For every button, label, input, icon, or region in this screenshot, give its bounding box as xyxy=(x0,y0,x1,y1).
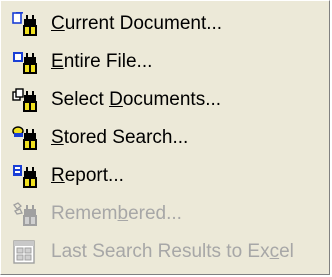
menu-item-remembered: Remembered... xyxy=(1,195,329,233)
excel-icon xyxy=(13,240,35,264)
menu-item-label-select-documents: Select Documents... xyxy=(51,89,222,110)
report-icon xyxy=(13,165,37,188)
select-documents-icon xyxy=(12,88,37,112)
menu-item-label-current-document: Current Document... xyxy=(51,13,223,34)
menu-item-label-entire-file: Entire File... xyxy=(51,51,153,72)
menu-item-entire-file[interactable]: Entire File... xyxy=(1,43,329,81)
document-page-icon xyxy=(12,12,37,36)
menu-item-stored-search[interactable]: Stored Search... xyxy=(1,119,329,157)
context-menu: Current Document... Entire File... Selec xyxy=(0,0,330,275)
menu-item-label-report: Report... xyxy=(51,165,124,186)
menu-item-current-document[interactable]: Current Document... xyxy=(1,5,329,43)
menu-item-label-export-excel: Last Search Results to Excel xyxy=(51,241,294,262)
remembered-icon xyxy=(13,202,37,226)
menu-item-select-documents[interactable]: Select Documents... xyxy=(1,81,329,119)
menu-item-export-excel: Last Search Results to Excel xyxy=(1,233,329,271)
menu-item-report[interactable]: Report... xyxy=(1,157,329,195)
file-icon xyxy=(13,52,37,74)
menu-item-label-stored-search: Stored Search... xyxy=(51,127,189,148)
menu-item-label-remembered: Remembered... xyxy=(51,203,182,224)
stored-search-icon xyxy=(12,126,37,150)
